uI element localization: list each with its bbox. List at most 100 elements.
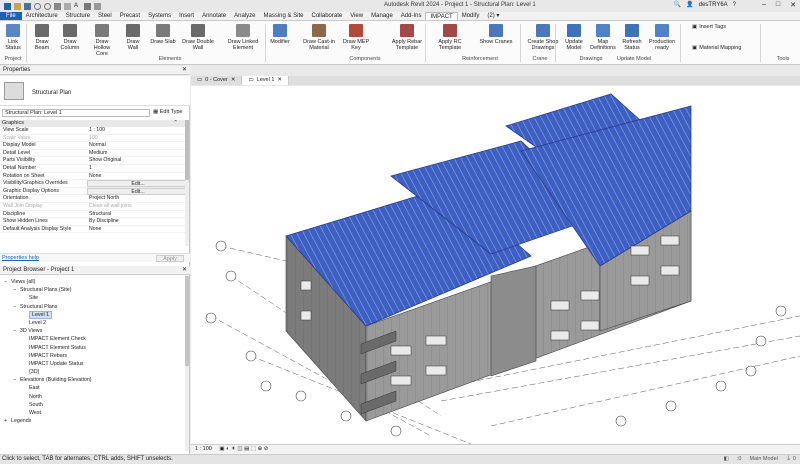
browser-item[interactable]: East [0, 384, 186, 392]
text-icon[interactable]: A [74, 3, 81, 10]
browser-item[interactable]: + Legends [0, 417, 186, 425]
view-tab-0-cover[interactable]: ▭ 0 - Cover ✕ [191, 76, 243, 85]
property-row[interactable]: Wall Join Display Clean all wall joins [0, 203, 186, 211]
section-icon[interactable] [94, 2, 101, 10]
property-row[interactable]: Parts Visibility Show Original [0, 157, 186, 165]
browser-item[interactable]: − Elevations (Building Elevation) [0, 376, 186, 384]
redo-icon[interactable] [44, 2, 51, 10]
expand-toggle-icon[interactable]: − [13, 376, 20, 384]
minimize-icon[interactable]: – [762, 1, 766, 9]
help-icon[interactable]: ? [733, 2, 736, 8]
apply-rebar-template-button[interactable]: Apply Rebar Template [387, 24, 427, 51]
3d-viewport[interactable] [191, 86, 800, 444]
tab-view[interactable]: View [346, 12, 367, 20]
tab-steel[interactable]: Steel [94, 12, 116, 20]
browser-item[interactable]: − 3D Views [0, 327, 186, 335]
draw-mep-key-button[interactable]: Draw MEP Key [338, 24, 374, 51]
tab-add-ins[interactable]: Add-Ins [397, 12, 426, 20]
property-row[interactable]: Orientation Project North [0, 195, 186, 203]
view-control-icons[interactable]: ▣ ◐ ☀ ◫ ▤ ⬚ ⊕ ⊘ [213, 446, 268, 452]
apply-rc-template-button[interactable]: Apply RC Template [430, 24, 470, 51]
property-row[interactable]: Graphic Display Options Edit... [0, 187, 186, 196]
close-icon[interactable]: ✕ [231, 76, 236, 85]
instance-selector[interactable]: Structural Plan: Level 1 [2, 109, 150, 117]
property-row[interactable]: View Scale 1 : 100 [0, 127, 186, 135]
browser-item[interactable]: − Structural Plans (Site) [0, 286, 186, 294]
measure-icon[interactable] [64, 2, 71, 10]
tab-precast[interactable]: Precast [116, 12, 144, 20]
print-icon[interactable] [54, 2, 61, 10]
draw-column-button[interactable]: Draw Column [56, 24, 84, 51]
map-definitions-button[interactable]: Map Definitions [590, 24, 616, 51]
property-row[interactable]: Scale Value 100 [0, 135, 186, 143]
insert-tags-button[interactable]: ▣ Insert Tags [692, 24, 726, 30]
modifier-button[interactable]: Modifier [268, 24, 292, 45]
save-icon[interactable] [24, 2, 31, 10]
worksets-icon[interactable]: ◧ [724, 455, 729, 464]
tab-architecture[interactable]: Architecture [22, 12, 62, 20]
refresh-status-button[interactable]: Refresh Status [620, 24, 644, 51]
tab-insert[interactable]: Insert [175, 12, 198, 20]
material-mapping-button[interactable]: ▣ Material Mapping [692, 45, 741, 51]
model-selector[interactable]: Main Model [749, 455, 777, 464]
draw-hollow-core-button[interactable]: Draw Hollow Core [88, 24, 116, 57]
search-icon[interactable]: 🔍 [674, 1, 681, 8]
tab-massing-site[interactable]: Massing & Site [259, 12, 307, 20]
draw-wall-button[interactable]: Draw Wall [121, 24, 145, 51]
draw-cast-in-material-button[interactable]: Draw Cast-in Material [302, 24, 336, 51]
update-model-button[interactable]: Update Model [562, 24, 586, 51]
properties-help-link[interactable]: Properties help [0, 255, 39, 261]
tab-structure[interactable]: Structure [62, 12, 94, 20]
properties-scrollbar[interactable] [185, 120, 189, 246]
browser-item[interactable]: Level 1 [0, 310, 186, 319]
expand-toggle-icon[interactable]: − [13, 327, 20, 335]
type-selector[interactable]: Structural Plan [0, 76, 190, 106]
tab-systems[interactable]: Systems [144, 12, 175, 20]
property-row[interactable]: Rotation on Sheet None [0, 173, 186, 181]
property-row[interactable]: Detail Level Medium [0, 150, 186, 158]
production-ready-button[interactable]: Production ready [648, 24, 676, 51]
open-icon[interactable] [14, 2, 21, 10]
draw-slab-button[interactable]: Draw Slab [150, 24, 176, 45]
close-icon[interactable]: ✕ [182, 266, 187, 274]
tab-modify[interactable]: Modify [458, 12, 484, 20]
maximize-icon[interactable]: □ [776, 1, 780, 9]
edit-button[interactable]: Edit... [87, 180, 186, 188]
expand-toggle-icon[interactable]: + [4, 417, 11, 425]
browser-item[interactable]: IMPACT Rebars [0, 352, 186, 360]
browser-item[interactable]: North [0, 393, 186, 401]
browser-item[interactable]: West [0, 409, 186, 417]
undo-icon[interactable] [34, 2, 41, 10]
edit-type-button[interactable]: ▦ Edit Type [153, 109, 183, 116]
tab-manage[interactable]: Manage [367, 12, 397, 20]
browser-item[interactable]: South [0, 401, 186, 409]
tab-impact[interactable]: IMPACT [425, 12, 458, 20]
property-row[interactable]: Detail Number 1 [0, 165, 186, 173]
tab-annotate[interactable]: Annotate [198, 12, 230, 20]
filter-icon[interactable]: ⏚ 0 [786, 455, 796, 464]
close-icon[interactable]: ✕ [182, 66, 187, 74]
link-status-button[interactable]: Link Status [2, 24, 24, 51]
property-row[interactable]: Visibility/Graphics Overrides Edit... [0, 180, 186, 188]
show-cranes-button[interactable]: Show Cranes [478, 24, 514, 45]
tab-collaborate[interactable]: Collaborate [308, 12, 347, 20]
browser-scrollbar[interactable] [185, 276, 189, 451]
revit-logo-icon[interactable] [4, 2, 11, 10]
apply-button[interactable]: Apply [156, 255, 184, 262]
expand-toggle-icon[interactable]: − [13, 303, 20, 311]
expand-toggle-icon[interactable]: − [4, 278, 11, 286]
draw-linked-element-button[interactable]: Draw Linked Element [222, 24, 264, 51]
browser-item[interactable]: IMPACT Element Status [0, 344, 186, 352]
property-row[interactable]: Show Hidden Lines By Discipline [0, 218, 186, 226]
close-icon[interactable]: ✕ [790, 1, 796, 9]
browser-item[interactable]: Level 2 [0, 319, 186, 327]
graphics-group-header[interactable]: Graphics ⌃ [0, 120, 186, 127]
draw-double-wall-button[interactable]: Draw Double Wall [178, 24, 218, 51]
user-icon[interactable]: 👤 [686, 1, 693, 8]
browser-item[interactable]: Site [0, 294, 186, 302]
user-name[interactable]: desTRY6A [699, 2, 728, 8]
ribbon-expand-icon[interactable]: (2) ▾ [483, 12, 503, 20]
browser-item[interactable]: − Structural Plans [0, 303, 186, 311]
3d-view-icon[interactable] [84, 2, 91, 10]
browser-item[interactable]: {3D} [0, 368, 186, 376]
